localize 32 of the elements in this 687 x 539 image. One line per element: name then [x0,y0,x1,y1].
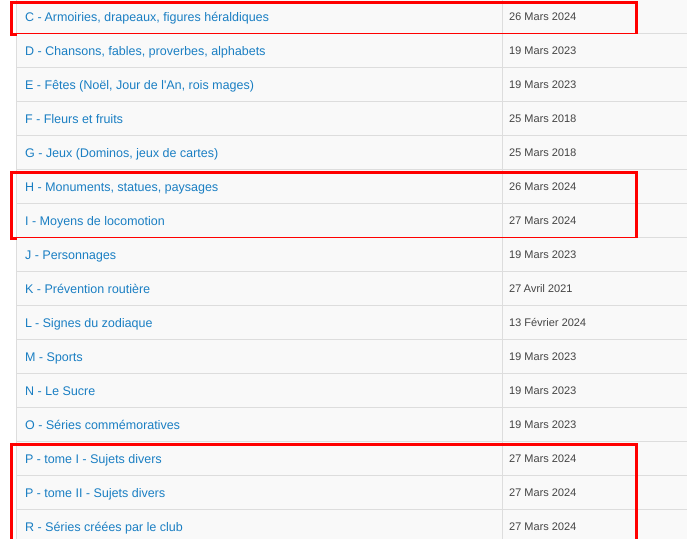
album-link[interactable]: R - Séries créées par le club [25,520,183,534]
date-text: 19 Mars 2023 [509,384,576,396]
date-text: 19 Mars 2023 [509,248,576,260]
date-text: 26 Mars 2024 [509,10,576,22]
album-link[interactable]: E - Fêtes (Noël, Jour de l'An, rois mages) [25,78,254,92]
date-text: 19 Mars 2023 [509,350,576,362]
date-text: 27 Avril 2021 [509,282,572,294]
album-link[interactable]: C - Armoiries, drapeaux, figures héraldiques [25,10,269,24]
date-text: 27 Mars 2024 [509,520,576,532]
date-text: 26 Mars 2024 [509,180,576,192]
album-link[interactable]: F - Fleurs et fruits [25,112,123,126]
date-text: 27 Mars 2024 [509,214,576,226]
album-link[interactable]: K - Prévention routière [25,282,150,296]
album-link[interactable]: G - Jeux (Dominos, jeux de cartes) [25,146,218,160]
album-link[interactable]: H - Monuments, statues, paysages [25,180,218,194]
date-text: 19 Mars 2023 [509,44,576,56]
date-text: 27 Mars 2024 [509,486,576,498]
date-text: 19 Mars 2023 [509,78,576,90]
album-link[interactable]: L - Signes du zodiaque [25,316,152,330]
album-link[interactable]: M - Sports [25,350,83,364]
date-text: 19 Mars 2023 [509,418,576,430]
album-link[interactable]: P - tome I - Sujets divers [25,452,162,466]
album-link[interactable]: D - Chansons, fables, proverbes, alphabets [25,44,266,58]
date-text: 25 Mars 2018 [509,112,576,124]
album-link[interactable]: P - tome II - Sujets divers [25,486,166,500]
date-text: 27 Mars 2024 [509,452,576,464]
album-link[interactable]: O - Séries commémoratives [25,418,180,432]
album-link[interactable]: I - Moyens de locomotion [25,214,165,228]
date-text: 25 Mars 2018 [509,146,576,158]
album-link[interactable]: N - Le Sucre [25,384,96,398]
album-link[interactable]: J - Personnages [25,248,116,262]
date-text: 13 Février 2024 [509,316,586,328]
